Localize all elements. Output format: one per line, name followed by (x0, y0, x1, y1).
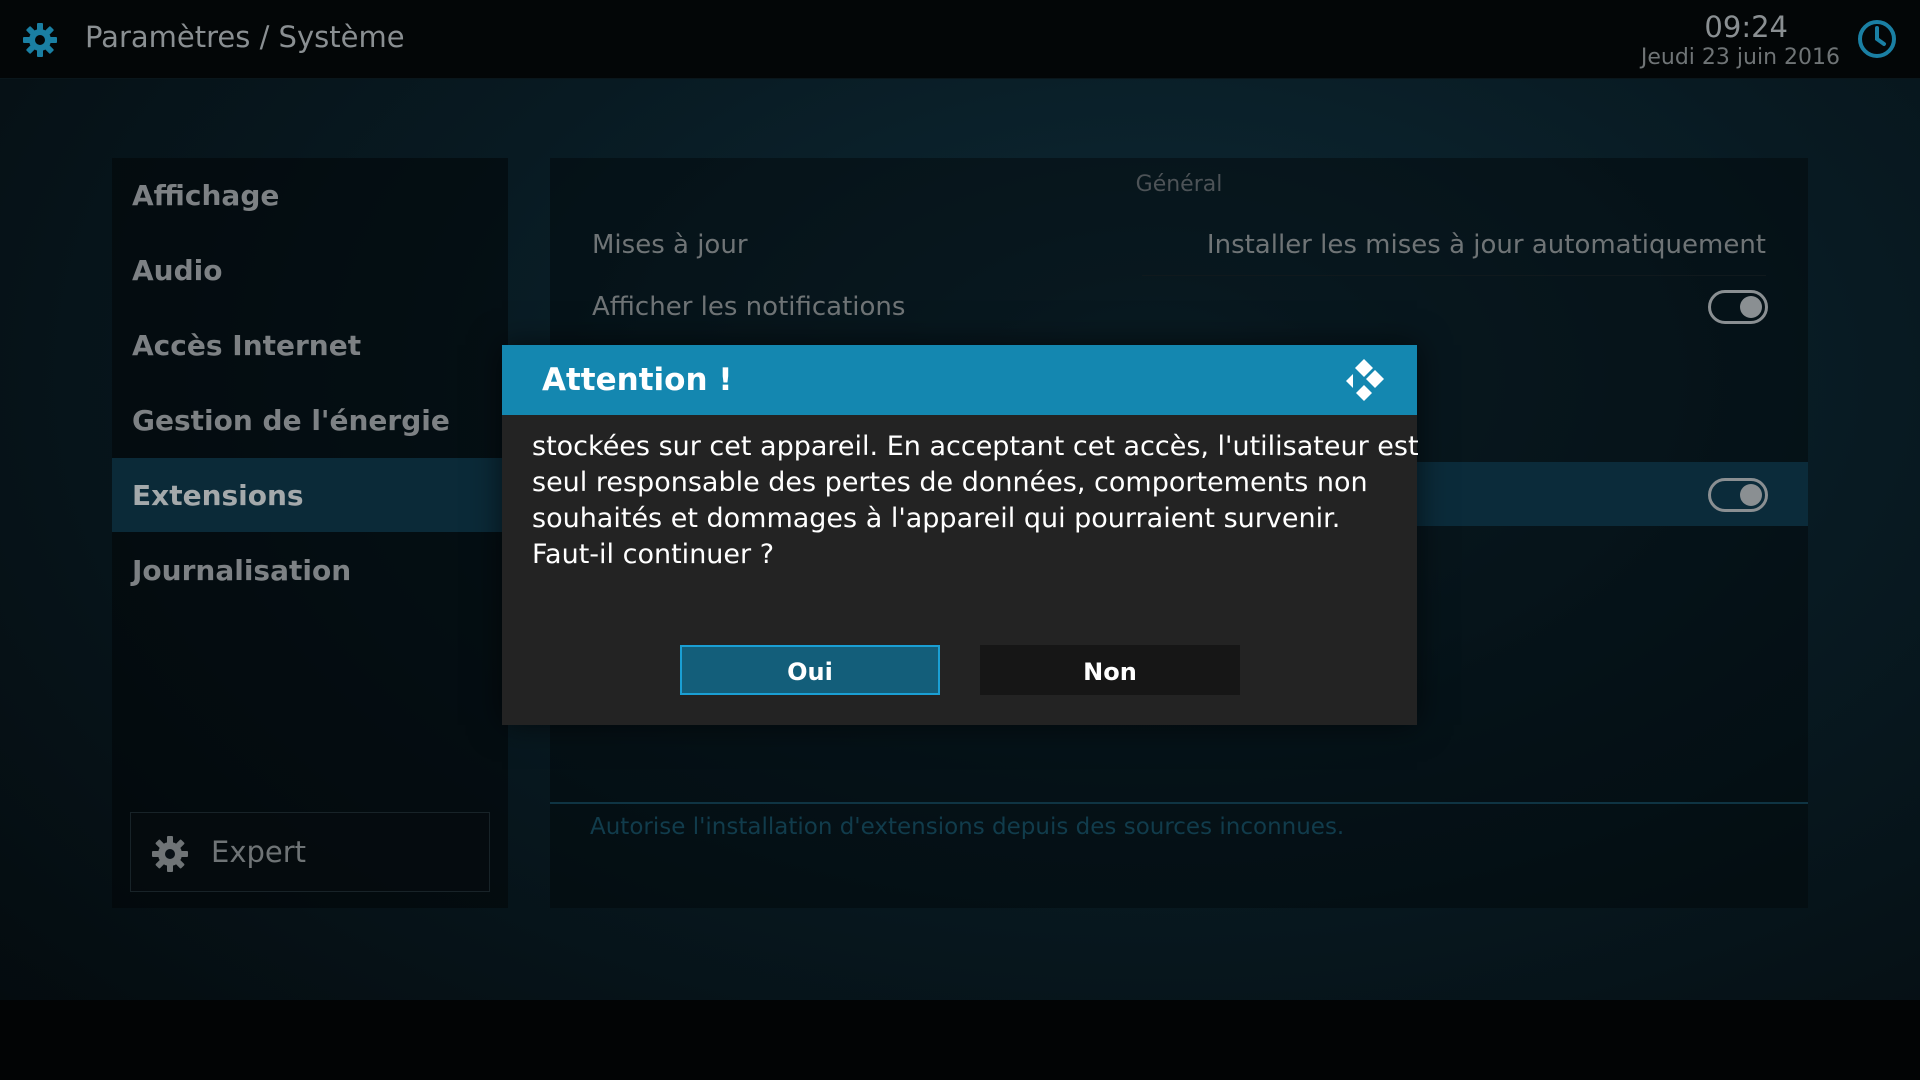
sidebar-item-affichage[interactable]: Affichage (112, 158, 508, 232)
sidebar-item-audio[interactable]: Audio (112, 233, 508, 307)
notifications-toggle[interactable] (1708, 290, 1768, 324)
dialog-message-line: stockées sur cet appareil. En acceptant … (532, 431, 1419, 462)
page-title: Paramètres / Système (85, 20, 405, 54)
no-button[interactable]: Non (980, 645, 1240, 695)
footer-bar (0, 1000, 1920, 1080)
unknown-sources-toggle[interactable] (1708, 478, 1768, 512)
dialog-header: Attention ! (502, 345, 1417, 415)
sidebar-item-label: Accès Internet (132, 329, 362, 362)
clock-time: 09:24 (1704, 10, 1788, 44)
sidebar-item-label: Extensions (132, 479, 304, 512)
setting-row-notifications[interactable]: Afficher les notifications (550, 276, 1808, 338)
gear-icon (152, 836, 188, 872)
sidebar-item-journalisation[interactable]: Journalisation (112, 533, 508, 607)
sidebar-item-gestion-energie[interactable]: Gestion de l'énergie (112, 383, 508, 457)
dialog-message-line: souhaités et dommages à l'appareil qui p… (532, 503, 1341, 534)
kodi-logo-icon (1346, 359, 1384, 401)
yes-button[interactable]: Oui (680, 645, 940, 695)
dialog-title: Attention ! (542, 362, 733, 398)
header-bar: Paramètres / Système 09:24 Jeudi 23 juin… (0, 0, 1920, 79)
toggle-knob (1740, 484, 1762, 506)
setting-label: Mises à jour (592, 230, 748, 260)
sidebar-item-label: Audio (132, 254, 223, 287)
sidebar-item-extensions[interactable]: Extensions (112, 458, 508, 532)
sidebar-item-label: Gestion de l'énergie (132, 404, 450, 437)
sidebar-item-label: Journalisation (132, 554, 352, 587)
dialog-message-line: Faut-il continuer ? (532, 539, 775, 570)
group-title: Général (1135, 172, 1223, 197)
clock-icon (1858, 20, 1896, 58)
toggle-knob (1740, 296, 1762, 318)
clock-date: Jeudi 23 juin 2016 (1640, 45, 1840, 70)
kodi-screen: Paramètres / Système 09:24 Jeudi 23 juin… (0, 0, 1920, 1080)
dialog-message-line: seul responsable des pertes de données, … (532, 467, 1368, 498)
sidebar-item-acces-internet[interactable]: Accès Internet (112, 308, 508, 382)
dialog-message: stockées sur cet appareil. En acceptant … (532, 429, 1419, 573)
setting-value: Installer les mises à jour automatiqueme… (1206, 230, 1766, 260)
setting-label: Afficher les notifications (592, 292, 906, 322)
expert-level-button[interactable]: Expert (130, 812, 490, 892)
warning-dialog: Attention ! stockées sur cet appareil. E… (502, 345, 1419, 725)
setting-description: Autorise l'installation d'extensions dep… (590, 814, 1345, 840)
expert-label: Expert (211, 835, 307, 869)
setting-row-mises-a-jour[interactable]: Mises à jour Installer les mises à jour … (550, 214, 1808, 276)
settings-gear-icon (23, 23, 57, 57)
sidebar-item-label: Affichage (132, 179, 280, 212)
description-divider (550, 802, 1808, 804)
settings-sidebar: Affichage Audio Accès Internet Gestion d… (112, 158, 508, 908)
